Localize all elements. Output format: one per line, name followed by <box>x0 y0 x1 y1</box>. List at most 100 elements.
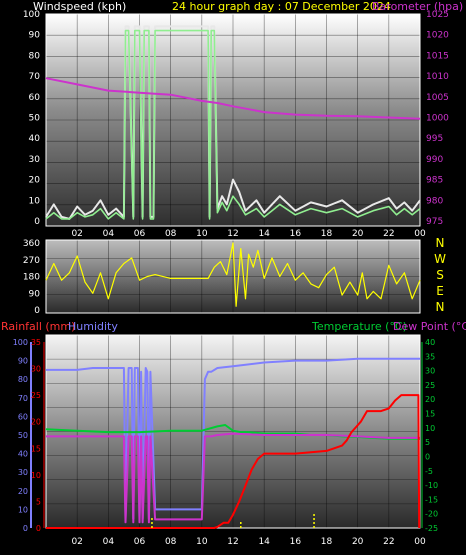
y-tick-label: 180 <box>23 273 40 283</box>
y-tick-label: 0 <box>34 217 40 227</box>
y-tick-label: 30 <box>31 365 41 374</box>
y-tick-label: 5 <box>425 438 430 447</box>
y-tick-label: 985 <box>426 176 443 186</box>
y-tick-label: 990 <box>426 155 443 165</box>
dewpoint-axis-label: Dew Point (°C) <box>393 320 466 333</box>
y-tick-label: 25 <box>425 381 435 390</box>
y-tick-label: 1020 <box>426 31 449 41</box>
compass-labels: NWSEN <box>434 236 446 314</box>
x-tick-label: 06 <box>134 537 146 547</box>
y-tick-label: 40 <box>29 134 41 144</box>
y-tick-label: 35 <box>31 338 41 347</box>
x-tick-label: 12 <box>227 229 238 239</box>
windspeed-axis-label: Windspeed (kph) <box>33 0 126 13</box>
y-tick-label: 20 <box>18 487 28 496</box>
y-tick-label: -25 <box>425 524 438 533</box>
x-tick-label: 16 <box>290 537 302 547</box>
compass-label: E <box>436 284 444 298</box>
y-tick-label: 90 <box>18 357 28 366</box>
y-tick-label: 60 <box>29 93 41 103</box>
y-tick-label: 1025 <box>426 10 449 20</box>
weather-graph-page: Windspeed (kph) 24 hour graph day : 07 D… <box>0 0 466 555</box>
y-tick-label: 30 <box>425 367 435 376</box>
y-tick-label: 20 <box>425 395 435 404</box>
y-tick-label: 40 <box>18 450 28 459</box>
y-tick-label: 1005 <box>426 93 449 103</box>
x-tick-label: 04 <box>103 537 115 547</box>
y-tick-label: 360 <box>23 239 40 249</box>
compass-label: S <box>436 268 444 282</box>
x-tick-label: 08 <box>165 229 177 239</box>
y-tick-label: 90 <box>29 289 41 299</box>
weather-graphs: Windspeed (kph) 24 hour graph day : 07 D… <box>1 0 466 547</box>
y-tick-label: 100 <box>23 10 40 20</box>
y-tick-label: 0 <box>36 524 41 533</box>
y-tick-label: -5 <box>425 467 433 476</box>
x-tick-label: 18 <box>321 229 333 239</box>
x-tick-label: 00 <box>414 537 426 547</box>
y-tick-label: 80 <box>18 375 28 384</box>
wind-direction-chart: 090180270360 NWSEN <box>23 236 446 316</box>
y-tick-label: 1010 <box>426 72 449 82</box>
x-tick-label: 14 <box>258 537 270 547</box>
x-tick-label: 18 <box>321 537 333 547</box>
y-tick-label: 70 <box>29 72 41 82</box>
x-tick-label: 20 <box>352 537 364 547</box>
x-tick-label: 14 <box>258 229 270 239</box>
y-tick-label: 80 <box>29 51 41 61</box>
y-tick-label: 10 <box>29 196 41 206</box>
y-tick-label: 20 <box>31 418 41 427</box>
y-tick-label: 50 <box>18 431 28 440</box>
x-tick-label: 02 <box>71 229 82 239</box>
y-tick-label: 70 <box>18 394 28 403</box>
compass-label: W <box>434 252 446 266</box>
y-tick-label: 995 <box>426 134 443 144</box>
y-tick-label: 25 <box>31 391 41 400</box>
time-tick-labels-wind: 02 04 06 08 10 12 14 16 18 20 22 00 <box>71 229 426 239</box>
x-tick-label: 10 <box>196 229 208 239</box>
wind-barometer-chart: Windspeed (kph) 24 hour graph day : 07 D… <box>23 0 463 239</box>
y-tick-label: 20 <box>29 176 41 186</box>
compass-label: N <box>436 300 445 314</box>
direction-tick-labels: 0 90 180 270 360 <box>23 239 40 316</box>
y-tick-label: 90 <box>29 31 41 41</box>
x-tick-label: 16 <box>290 229 302 239</box>
y-tick-label: 980 <box>426 196 443 206</box>
y-tick-label: 50 <box>29 114 41 124</box>
barometer-axis-label: Barometer (hpa) <box>372 0 463 13</box>
humidity-tick-labels: 0 10 20 30 40 50 60 70 80 90 100 <box>13 338 28 533</box>
temperature-tick-labels: 40 35 30 25 20 15 10 5 0 -5 -10 -15 -20 -25 <box>425 338 438 533</box>
y-tick-label: 0 <box>425 452 430 461</box>
barometer-tick-labels: 975 980 985 990 995 1000 1005 1010 1015 1020 1025 <box>426 10 449 227</box>
rainfall-axis-label: Rainfall (mm) <box>1 320 75 333</box>
compass-label: N <box>436 236 445 250</box>
x-tick-label: 22 <box>383 537 394 547</box>
y-tick-label: -15 <box>425 495 438 504</box>
y-tick-label: 30 <box>18 468 28 477</box>
x-tick-label: 06 <box>134 229 146 239</box>
y-tick-label: 270 <box>23 256 40 266</box>
y-tick-label: 10 <box>425 424 435 433</box>
y-tick-label: 1000 <box>426 114 449 124</box>
humidity-axis-label: Humidity <box>68 320 118 333</box>
y-tick-label: 15 <box>425 410 435 419</box>
x-tick-label: 08 <box>165 537 177 547</box>
y-tick-label: 0 <box>23 524 28 533</box>
x-tick-label: 02 <box>71 537 82 547</box>
y-tick-label: 0 <box>34 306 40 316</box>
x-tick-label: 12 <box>227 537 238 547</box>
x-tick-label: 22 <box>383 229 394 239</box>
x-tick-label: 00 <box>414 229 426 239</box>
temperature-humidity-rain-chart: Rainfall (mm) Humidity Temperature (°C) … <box>1 320 466 547</box>
y-tick-label: 40 <box>425 338 435 347</box>
y-tick-label: 35 <box>425 352 435 361</box>
x-tick-label: 20 <box>352 229 364 239</box>
y-tick-label: -20 <box>425 510 438 519</box>
y-tick-label: 15 <box>31 444 41 453</box>
y-tick-label: 5 <box>36 497 41 506</box>
chart-title: 24 hour graph day : 07 December 2024 <box>172 0 391 13</box>
rainfall-tick-labels: 0 5 10 15 20 25 30 35 <box>31 338 41 533</box>
y-tick-label: 30 <box>29 155 41 165</box>
y-tick-label: 10 <box>18 505 28 514</box>
windspeed-tick-labels: 0 10 20 30 40 50 60 70 80 90 100 <box>23 10 40 227</box>
